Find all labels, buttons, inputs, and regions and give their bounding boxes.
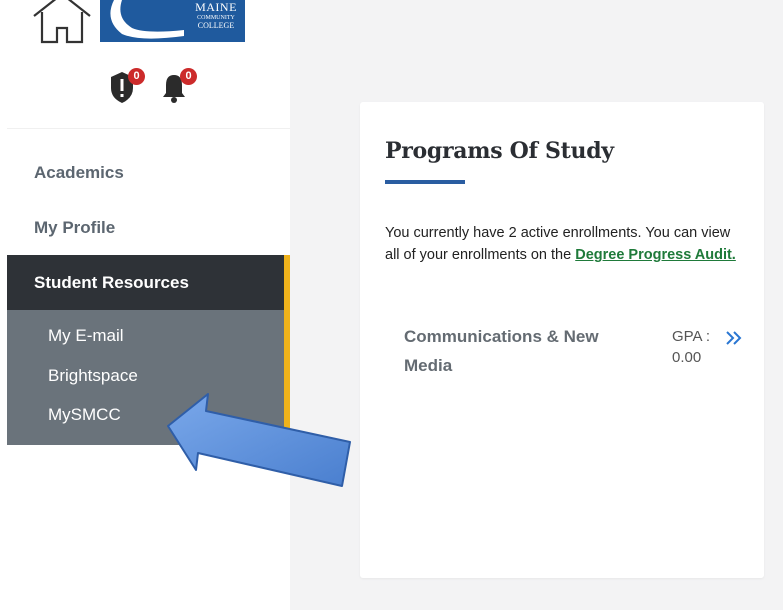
annotation-arrow (167, 393, 351, 487)
